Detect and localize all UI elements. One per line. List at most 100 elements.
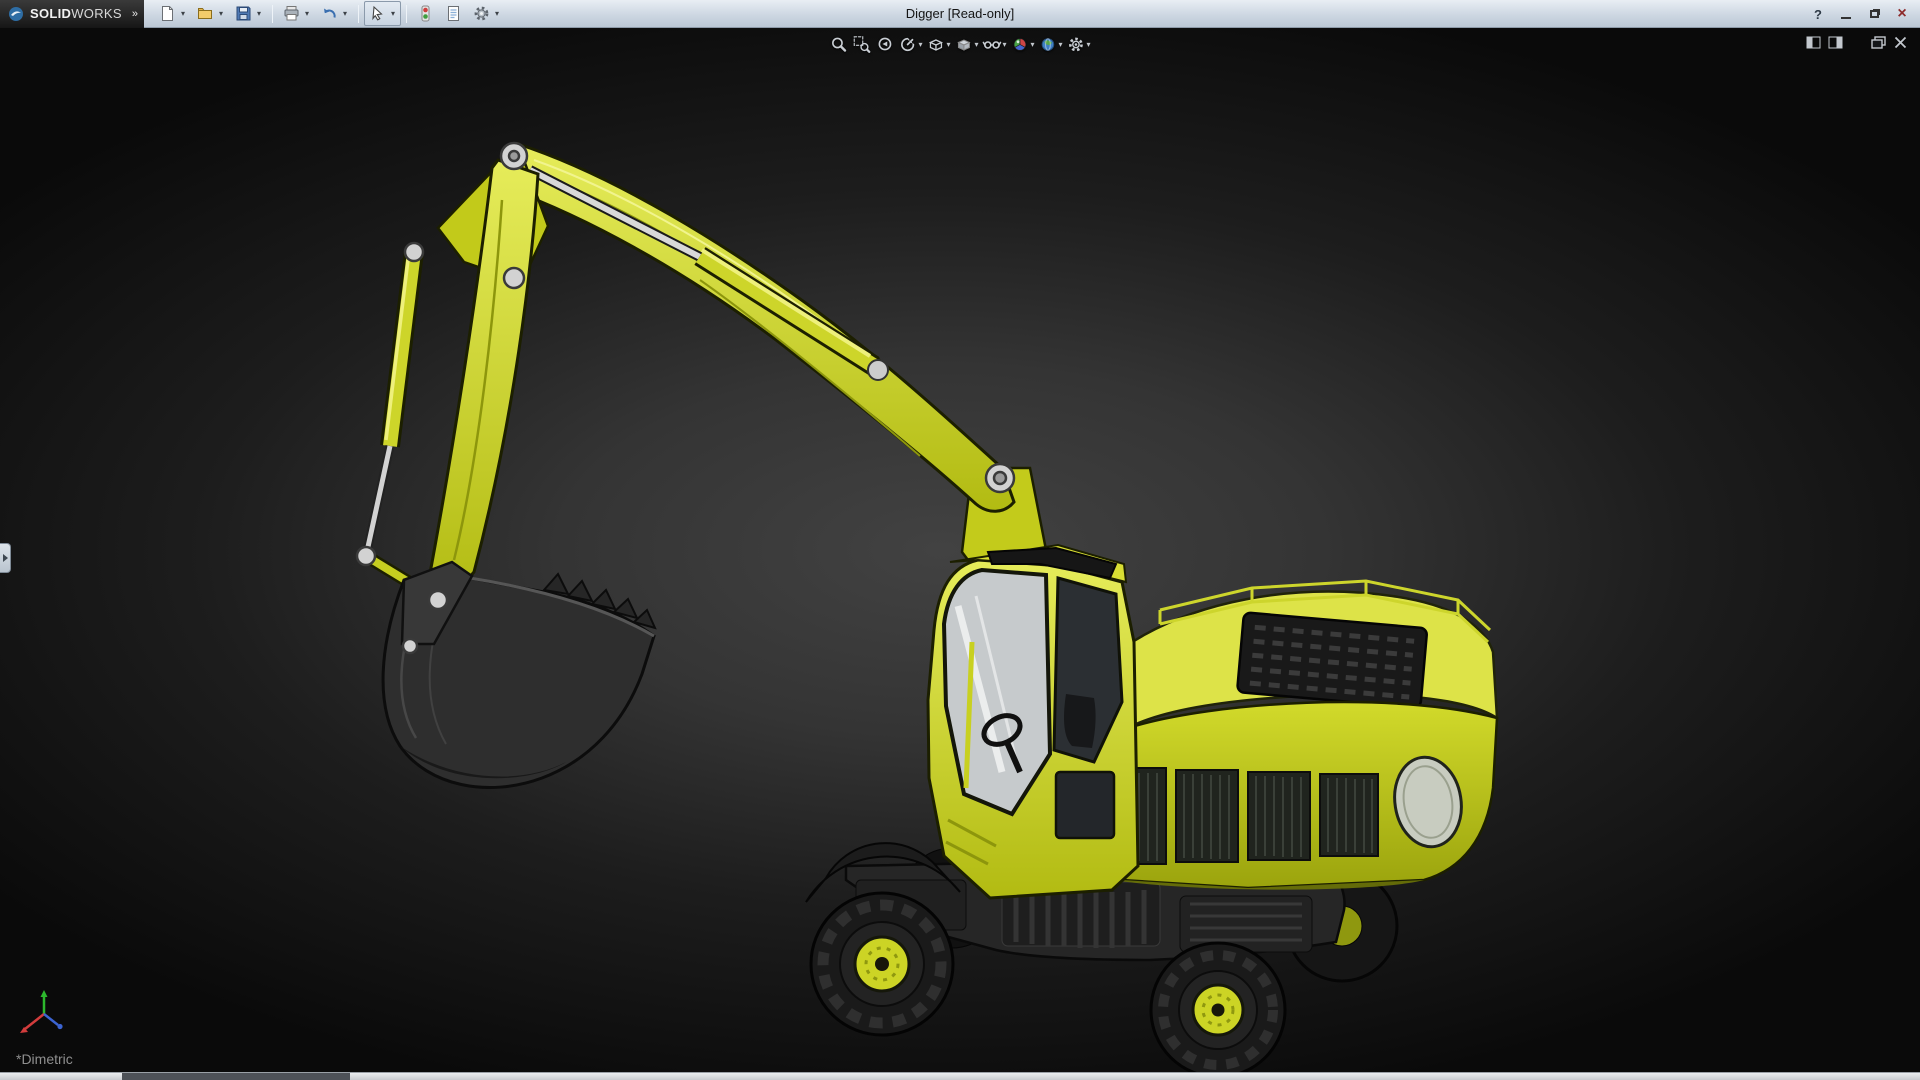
quick-access-toolbar: ▾ ▾ ▾ (144, 1, 505, 26)
print-group: ▾ (278, 1, 315, 26)
dropdown-caret[interactable]: ▾ (302, 9, 312, 18)
view-orientation-button[interactable]: ▾ (925, 35, 951, 54)
orientation-triad (18, 990, 74, 1042)
edit-appearance-button[interactable]: ▾ (1010, 35, 1036, 54)
toolbar-separator (406, 5, 407, 23)
dropdown-caret[interactable]: ▾ (918, 40, 922, 49)
open-icon (197, 5, 214, 22)
apply-scene-button[interactable]: ▾ (1038, 35, 1064, 54)
excavator-engine-hatch (1237, 612, 1427, 708)
new-document-icon (159, 5, 176, 22)
split-pane-left-button[interactable] (1806, 36, 1821, 49)
status-segment (122, 1073, 350, 1080)
menu-expander-button[interactable]: » (132, 0, 144, 28)
file-properties-icon (445, 5, 462, 22)
select-cursor-icon (369, 5, 386, 22)
undo-button[interactable] (319, 3, 340, 24)
split-pane-right-icon (1828, 36, 1843, 49)
status-bar (0, 1072, 1920, 1080)
display-style-icon (954, 35, 973, 54)
previous-view-icon (875, 35, 894, 54)
graphics-viewport[interactable]: ▾ ▾ ▾ ▾ (0, 28, 1920, 1072)
select-button[interactable] (367, 3, 388, 24)
section-view-icon (898, 35, 917, 54)
dropdown-caret[interactable]: ▾ (492, 9, 502, 18)
view-orientation-cube-icon (926, 35, 945, 54)
options-group: ▾ (468, 1, 505, 26)
save-group: ▾ (230, 1, 267, 26)
dropdown-caret[interactable]: ▾ (946, 40, 950, 49)
excavator-bucket-cylinder (366, 252, 414, 556)
close-document-button[interactable] (1893, 36, 1908, 49)
dropdown-caret[interactable]: ▾ (1002, 40, 1006, 49)
featuremanager-collapsed-tab[interactable] (0, 543, 11, 573)
save-icon (235, 5, 252, 22)
hide-show-glasses-icon (982, 35, 1001, 54)
zoom-to-fit-icon (829, 35, 848, 54)
hide-show-items-button[interactable]: ▾ (981, 35, 1007, 54)
apply-scene-globe-icon (1039, 35, 1058, 54)
excavator-wheel-front (811, 893, 953, 1035)
rebuild-button[interactable] (415, 3, 436, 24)
toolbar-separator (358, 5, 359, 23)
headsup-view-toolbar: ▾ ▾ ▾ ▾ (828, 35, 1091, 54)
cab-door-window (1056, 772, 1114, 838)
dropdown-caret[interactable]: ▾ (1031, 40, 1035, 49)
open-group: ▾ (192, 1, 229, 26)
logo-text: SOLIDWORKS (30, 5, 122, 23)
view-settings-gear-icon (1067, 35, 1086, 54)
minimize-button[interactable] (1834, 4, 1858, 24)
dropdown-caret[interactable]: ▾ (340, 9, 350, 18)
dropdown-caret[interactable]: ▾ (1087, 40, 1091, 49)
zoom-to-area-button[interactable] (851, 35, 872, 54)
document-window-controls (1806, 36, 1908, 49)
file-properties-group (440, 1, 467, 26)
print-button[interactable] (281, 3, 302, 24)
restore-icon (1870, 10, 1879, 18)
dropdown-caret[interactable]: ▾ (216, 9, 226, 18)
solidworks-window: SOLIDWORKS » ▾ ▾ (0, 0, 1920, 1080)
undo-icon (321, 5, 338, 22)
close-button[interactable]: × (1890, 4, 1914, 24)
open-button[interactable] (195, 3, 216, 24)
zoom-to-area-icon (852, 35, 871, 54)
dropdown-caret[interactable]: ▾ (974, 40, 978, 49)
view-orientation-label: *Dimetric (16, 1051, 73, 1067)
excavator-wheel-rear (1151, 943, 1285, 1072)
rebuild-group (412, 1, 439, 26)
close-document-icon (1893, 36, 1908, 49)
cab-seat (1064, 694, 1096, 748)
window-controls: ? × (1806, 0, 1914, 28)
section-view-button[interactable]: ▾ (897, 35, 923, 54)
rebuild-icon (417, 5, 434, 22)
restore-document-icon (1871, 36, 1886, 49)
dropdown-caret[interactable]: ▾ (1059, 40, 1063, 49)
excavator-body (1088, 581, 1497, 890)
split-pane-right-button[interactable] (1828, 36, 1843, 49)
restore-document-button[interactable] (1871, 36, 1886, 49)
new-document-button[interactable] (157, 3, 178, 24)
view-settings-button[interactable]: ▾ (1066, 35, 1092, 54)
save-button[interactable] (233, 3, 254, 24)
dropdown-caret[interactable]: ▾ (388, 9, 398, 18)
new-document-group: ▾ (154, 1, 191, 26)
previous-view-button[interactable] (874, 35, 895, 54)
expand-arrow-icon (3, 554, 8, 562)
display-style-button[interactable]: ▾ (953, 35, 979, 54)
options-gear-icon (473, 5, 490, 22)
toolbar-separator (272, 5, 273, 23)
dropdown-caret[interactable]: ▾ (254, 9, 264, 18)
help-button[interactable]: ? (1806, 4, 1830, 24)
excavator-bucket (383, 562, 655, 788)
excavator-cab (928, 545, 1138, 898)
file-properties-button[interactable] (443, 3, 464, 24)
edit-appearance-ball-icon (1011, 35, 1030, 54)
solidworks-logo: SOLIDWORKS (0, 0, 132, 28)
app-icon (8, 6, 24, 22)
restore-button[interactable] (1862, 4, 1886, 24)
minimize-icon (1841, 17, 1851, 19)
zoom-to-fit-button[interactable] (828, 35, 849, 54)
model-digger[interactable] (0, 28, 1920, 1072)
options-button[interactable] (471, 3, 492, 24)
dropdown-caret[interactable]: ▾ (178, 9, 188, 18)
